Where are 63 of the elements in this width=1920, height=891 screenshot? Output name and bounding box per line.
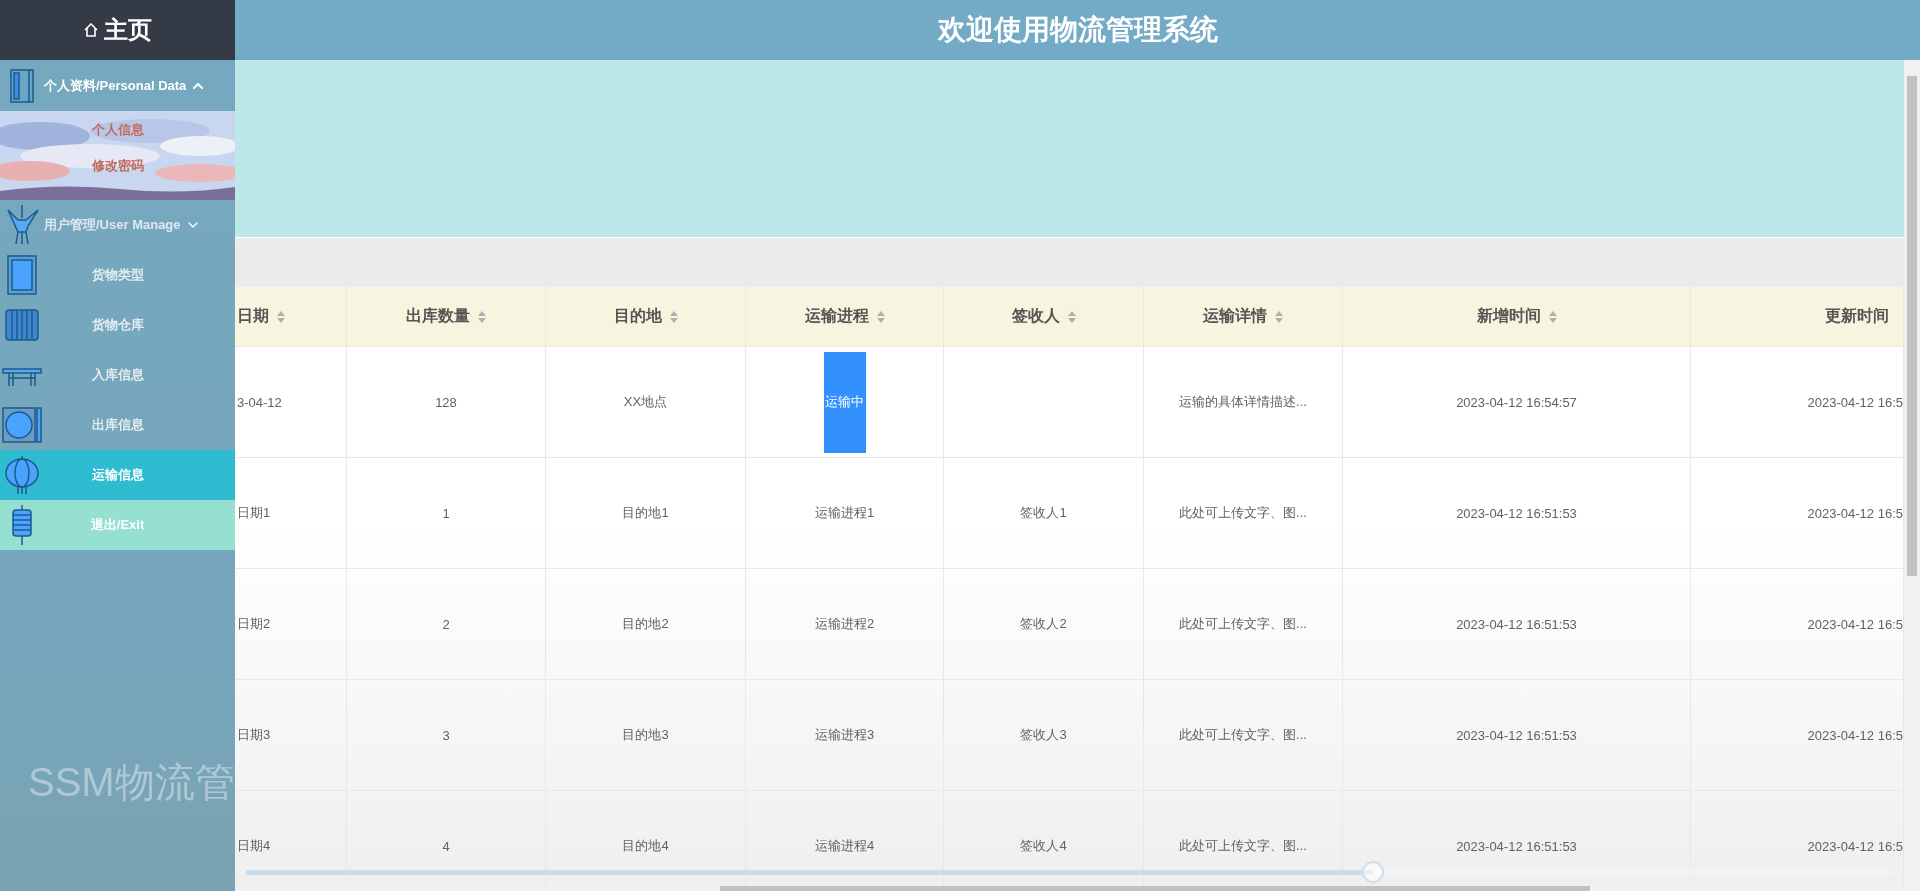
menu-item[interactable]: 运输信息 [0, 450, 235, 500]
table-cell: 此处可上传文字、图... [1144, 458, 1343, 569]
scroll-icon [4, 308, 40, 342]
table-cell: 3 [347, 680, 546, 791]
table-cell: 2023-04-12 16:54:57 [1343, 347, 1691, 458]
sort-icon[interactable] [876, 310, 885, 323]
table-cell: 此处可上传文字、图... [1144, 569, 1343, 680]
sort-icon[interactable] [1548, 310, 1557, 323]
menu-group[interactable]: 个人资料/Personal Data [0, 60, 235, 111]
submenu-item[interactable]: 修改密码 [91, 157, 144, 175]
lantern-icon [4, 455, 40, 495]
column-header[interactable]: 运输进程 [746, 287, 944, 347]
home-link[interactable]: 主页 [0, 0, 235, 60]
table-cell: 目的地1 [546, 458, 746, 569]
menu-item[interactable]: 入库信息 [0, 350, 235, 400]
table-cell: 128 [347, 347, 546, 458]
status-tag: 运输中 [823, 351, 866, 453]
figure-icon [4, 204, 40, 246]
plate-icon [2, 407, 42, 443]
table-cell: 目的地2 [546, 569, 746, 680]
table-cell: 日期3 [235, 680, 347, 791]
sort-icon[interactable] [478, 310, 486, 323]
column-header[interactable]: 签收人 [944, 287, 1144, 347]
table-cell: 运输进程2 [746, 569, 944, 680]
column-header[interactable]: 更新时间 [1691, 287, 1904, 347]
menu-item[interactable]: 出库信息 [0, 400, 235, 450]
table-cell: 签收人2 [944, 569, 1144, 680]
sort-icon[interactable] [1067, 310, 1076, 323]
panel-icon [7, 255, 37, 295]
column-header[interactable]: 新增时间 [1343, 287, 1691, 347]
table-cell: 运输进程1 [746, 458, 944, 569]
tower-icon [11, 504, 33, 546]
table-cell: 签收人1 [944, 458, 1144, 569]
sort-icon[interactable] [277, 310, 285, 323]
menu-item[interactable]: 货物仓库 [0, 300, 235, 350]
table-cell: 2023-04-12 16:51:53 [1343, 680, 1691, 791]
table-cell: 此处可上传文字、图... [1144, 680, 1343, 791]
column-header[interactable]: 日期 [235, 287, 347, 347]
column-header[interactable]: 目的地 [546, 287, 746, 347]
table-cell: 3-04-12 [235, 347, 347, 458]
home-icon [83, 23, 98, 37]
table-cell: 签收人3 [944, 680, 1144, 791]
sort-icon[interactable] [669, 310, 678, 323]
table-cell: 2 [347, 569, 546, 680]
table-cell: 1 [347, 458, 546, 569]
menu-item[interactable]: 货物类型 [0, 250, 235, 300]
horizontal-scrollbar[interactable] [235, 886, 1904, 891]
table-cell: 运输的具体详情描述... [1144, 347, 1343, 458]
table-cell: 2023-04-12 16:51:53 [1343, 569, 1691, 680]
table-cell: 日期1 [235, 458, 347, 569]
sort-icon[interactable] [1275, 310, 1283, 323]
page-title: 欢迎使用物流管理系统 [937, 13, 1218, 47]
slider-handle[interactable] [1361, 861, 1384, 883]
table-cell: 目的地3 [546, 680, 746, 791]
column-header[interactable]: 出库数量 [347, 287, 546, 347]
table-cell: 运输进程3 [746, 680, 944, 791]
vertical-scrollbar[interactable] [1904, 60, 1920, 891]
table-cell: 日期2 [235, 569, 347, 680]
menu-group[interactable]: 用户管理/User Manage [0, 200, 235, 250]
column-header[interactable]: 运输详情 [1144, 287, 1343, 347]
book-icon [9, 67, 35, 104]
table-cell: 2023-04-12 16:51:53 [1343, 458, 1691, 569]
table-cell: XX地点 [546, 347, 746, 458]
